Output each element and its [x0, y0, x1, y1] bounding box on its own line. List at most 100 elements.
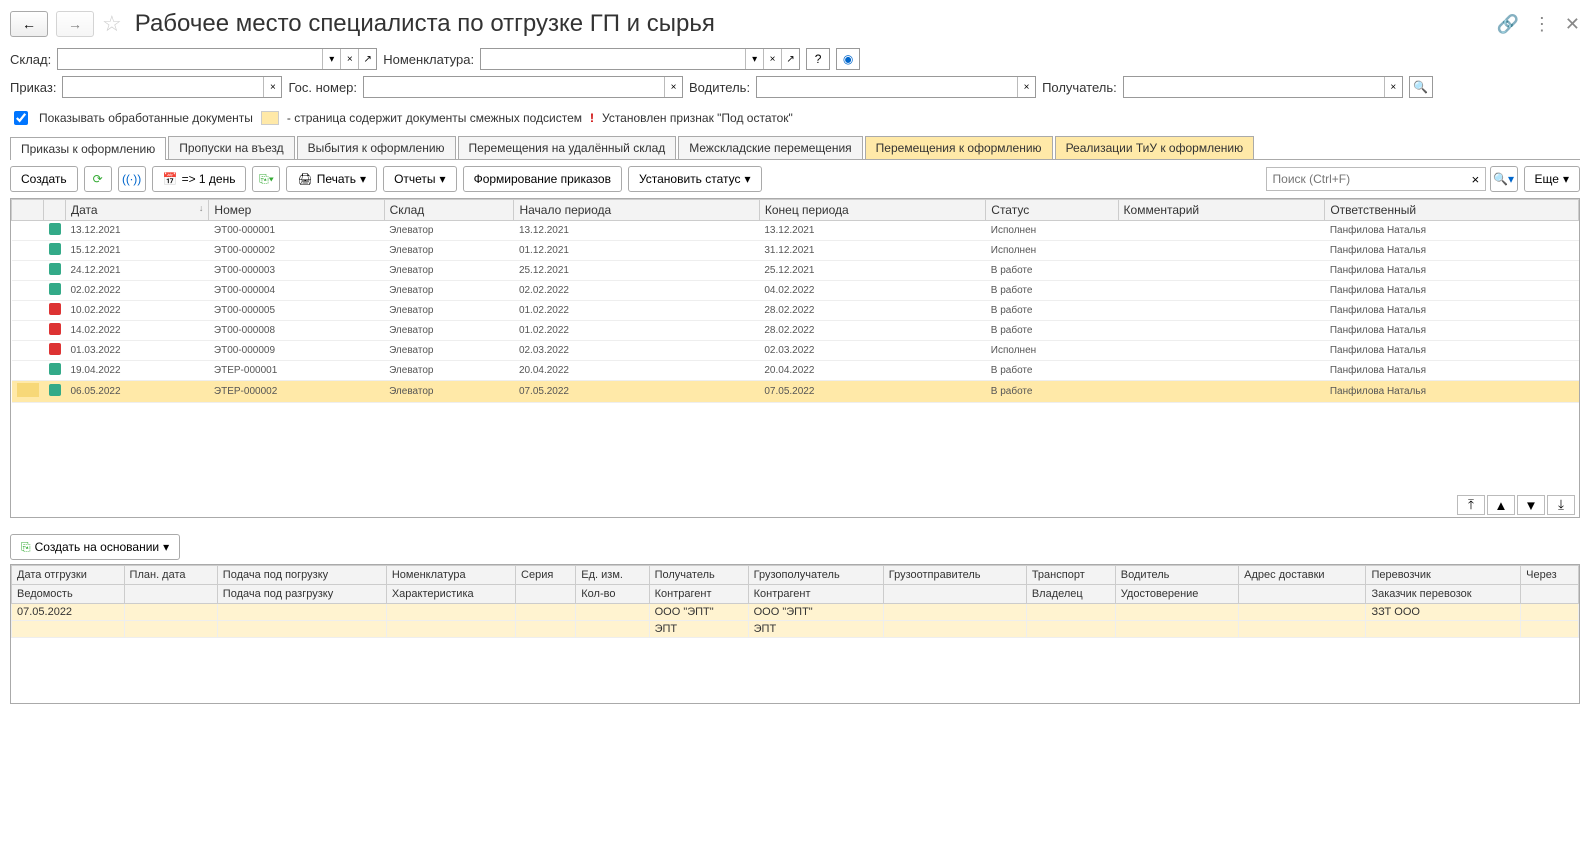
search-input[interactable] — [1266, 167, 1486, 191]
table-row[interactable]: 14.02.2022ЭТ00-000008Элеватор01.02.20222… — [12, 321, 1579, 341]
grid-down-button[interactable]: ▼ — [1517, 495, 1545, 515]
tab-Межскладские-перемещения[interactable]: Межскладские перемещения — [678, 136, 862, 159]
nomenclature-label: Номенклатура: — [383, 52, 474, 67]
legend-yellow-text: - страница содержит документы смежных по… — [287, 111, 582, 125]
col-Номер[interactable]: Номер — [209, 200, 384, 221]
col-Склад[interactable]: Склад — [384, 200, 514, 221]
order-input-group: × — [62, 76, 282, 98]
driver-input-group: × — [756, 76, 1036, 98]
dcol-Подача под погрузку[interactable]: Подача под погрузку — [217, 566, 386, 585]
dcol-Транспорт[interactable]: Транспорт — [1026, 566, 1115, 585]
table-row[interactable]: 15.12.2021ЭТ00-000002Элеватор01.12.20213… — [12, 241, 1579, 261]
broadcast-button[interactable]: ((∙)) — [118, 166, 146, 192]
table-row[interactable]: 06.05.2022ЭТЕР-000002Элеватор07.05.20220… — [12, 381, 1579, 403]
legend-red-icon: ! — [590, 111, 594, 125]
order-input[interactable] — [63, 78, 263, 96]
dcol-Грузополучатель[interactable]: Грузополучатель — [748, 566, 883, 585]
col-Начало периода[interactable]: Начало периода — [514, 200, 759, 221]
create-based-button[interactable]: ⎘Создать на основании▾ — [10, 534, 180, 560]
kebab-menu-icon[interactable]: ⋮ — [1533, 14, 1551, 35]
nomenclature-dropdown-icon[interactable]: ▾ — [745, 49, 763, 69]
refresh-button[interactable]: ⟳ — [84, 166, 112, 192]
dcol-План. дата[interactable]: План. дата — [124, 566, 217, 585]
nav-back-button[interactable]: ← — [10, 11, 48, 37]
extra-search-button[interactable]: 🔍 — [1409, 76, 1433, 98]
col-Комментарий[interactable]: Комментарий — [1118, 200, 1325, 221]
detail-row[interactable]: 07.05.2022ООО "ЭПТ"ООО "ЭПТ"ЗЗТ ООО — [12, 604, 1579, 621]
nomenclature-open-icon[interactable]: ↗ — [781, 49, 799, 69]
tab-Перемещения-на-удалённый-склад[interactable]: Перемещения на удалённый склад — [458, 136, 677, 159]
show-processed-checkbox[interactable] — [14, 111, 28, 125]
table-row[interactable]: 13.12.2021ЭТ00-000001Элеватор13.12.20211… — [12, 221, 1579, 241]
order-clear-icon[interactable]: × — [263, 77, 281, 97]
warehouse-dropdown-icon[interactable]: ▾ — [322, 49, 340, 69]
search-menu-button[interactable]: 🔍▾ — [1490, 166, 1518, 192]
warehouse-open-icon[interactable]: ↗ — [358, 49, 376, 69]
copy-button[interactable]: ⎘▾ — [252, 166, 280, 192]
help-button[interactable]: ? — [806, 48, 830, 70]
warehouse-clear-icon[interactable]: × — [340, 49, 358, 69]
col-Дата[interactable]: Дата↓ — [66, 200, 209, 221]
dcol-Получатель[interactable]: Получатель — [649, 566, 748, 585]
warehouse-input[interactable] — [58, 50, 322, 68]
plate-input[interactable] — [364, 78, 664, 96]
dcol-Дата отгрузки[interactable]: Дата отгрузки — [12, 566, 125, 585]
reports-button[interactable]: Отчеты▾ — [383, 166, 457, 192]
tab-Выбытия-к-оформлению[interactable]: Выбытия к оформлению — [297, 136, 456, 159]
row-status-icon — [49, 323, 61, 335]
more-button[interactable]: Еще▾ — [1524, 166, 1580, 192]
plate-clear-icon[interactable]: × — [664, 77, 682, 97]
close-icon[interactable]: ✕ — [1565, 14, 1580, 35]
dcol-Адрес доставки[interactable]: Адрес доставки — [1239, 566, 1366, 585]
recipient-clear-icon[interactable]: × — [1384, 77, 1402, 97]
driver-clear-icon[interactable]: × — [1017, 77, 1035, 97]
dcol-Водитель[interactable]: Водитель — [1115, 566, 1238, 585]
table-row[interactable]: 01.03.2022ЭТ00-000009Элеватор02.03.20220… — [12, 341, 1579, 361]
grid-up-button[interactable]: ▲ — [1487, 495, 1515, 515]
date-shift-button[interactable]: 📅=> 1 день — [152, 166, 247, 192]
dcol-Через[interactable]: Через — [1521, 566, 1579, 585]
table-row[interactable]: 19.04.2022ЭТЕР-000001Элеватор20.04.20222… — [12, 361, 1579, 381]
grid-nav-buttons: ⤒ ▲ ▼ ⤓ — [1457, 495, 1575, 515]
tab-Пропуски-на-въезд[interactable]: Пропуски на въезд — [168, 136, 294, 159]
col-Конец периода[interactable]: Конец периода — [759, 200, 985, 221]
tab-Приказы-к-оформлению[interactable]: Приказы к оформлению — [10, 137, 166, 160]
dcol-Перевозчик[interactable]: Перевозчик — [1366, 566, 1521, 585]
form-orders-button[interactable]: Формирование приказов — [463, 166, 622, 192]
favorite-star-icon[interactable]: ☆ — [102, 11, 122, 37]
table-row[interactable]: 24.12.2021ЭТ00-000003Элеватор25.12.20212… — [12, 261, 1579, 281]
show-processed-label: Показывать обработанные документы — [39, 111, 253, 125]
warehouse-input-group: ▾ × ↗ — [57, 48, 377, 70]
create-button[interactable]: Создать — [10, 166, 78, 192]
row-status-icon — [49, 243, 61, 255]
row-status-icon — [49, 363, 61, 375]
camera-button[interactable]: ◉ — [836, 48, 860, 70]
set-status-button[interactable]: Установить статус▾ — [628, 166, 762, 192]
filters-panel: Склад: ▾ × ↗ Номенклатура: ▾ × ↗ ? ◉ При… — [10, 48, 1580, 128]
grid-last-button[interactable]: ⤓ — [1547, 495, 1575, 515]
dcol-Ед. изм.[interactable]: Ед. изм. — [576, 566, 649, 585]
col-Статус[interactable]: Статус — [986, 200, 1118, 221]
table-row[interactable]: 02.02.2022ЭТ00-000004Элеватор02.02.20220… — [12, 281, 1579, 301]
nomenclature-input-group: ▾ × ↗ — [480, 48, 800, 70]
dcol-Серия[interactable]: Серия — [516, 566, 576, 585]
detail-row[interactable]: ЭПТЭПТ — [12, 621, 1579, 638]
nomenclature-input[interactable] — [481, 50, 745, 68]
dcol-Грузоотправитель[interactable]: Грузоотправитель — [883, 566, 1026, 585]
driver-input[interactable] — [757, 78, 1017, 96]
recipient-label: Получатель: — [1042, 80, 1117, 95]
recipient-input[interactable] — [1124, 78, 1384, 96]
nomenclature-clear-icon[interactable]: × — [763, 49, 781, 69]
table-row[interactable]: 10.02.2022ЭТ00-000005Элеватор01.02.20222… — [12, 301, 1579, 321]
col-Ответственный[interactable]: Ответственный — [1325, 200, 1579, 221]
link-icon[interactable]: 🔗 — [1496, 14, 1518, 35]
tab-Реализации-ТиУ-к-оформлению[interactable]: Реализации ТиУ к оформлению — [1055, 136, 1255, 159]
search-clear-icon[interactable]: × — [1466, 171, 1484, 188]
dcol-Номенклатура[interactable]: Номенклатура — [386, 566, 515, 585]
grid-first-button[interactable]: ⤒ — [1457, 495, 1485, 515]
nav-forward-button[interactable]: → — [56, 11, 94, 37]
warehouse-label: Склад: — [10, 52, 51, 67]
detail-header-row-1: Дата отгрузкиПлан. датаПодача под погруз… — [12, 566, 1579, 585]
print-button[interactable]: 🖨Печать▾ — [286, 166, 377, 192]
tab-Перемещения-к-оформлению[interactable]: Перемещения к оформлению — [865, 136, 1053, 159]
